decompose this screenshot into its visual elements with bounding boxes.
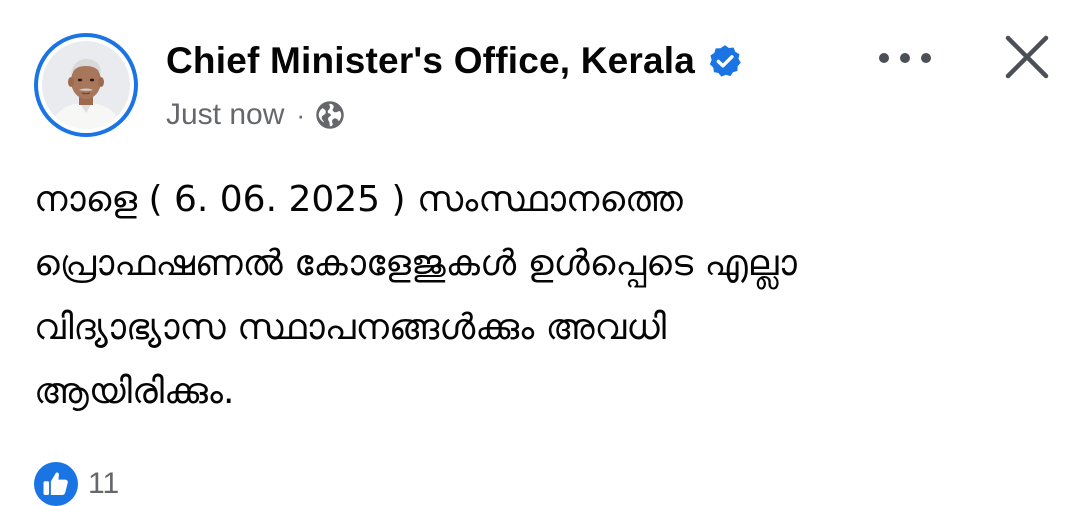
author-row: Chief Minister's Office, Kerala <box>166 34 743 88</box>
reaction-count: 11 <box>88 467 120 500</box>
author-name[interactable]: Chief Minister's Office, Kerala <box>166 40 695 82</box>
post-card: Chief Minister's Office, Kerala Just now… <box>0 0 1080 506</box>
more-options-button[interactable] <box>872 36 938 80</box>
globe-icon[interactable] <box>315 100 345 130</box>
post-meta: Just now · <box>166 95 345 135</box>
avatar-border <box>38 37 134 133</box>
profile-photo <box>42 41 130 129</box>
reactions-summary[interactable]: 11 <box>34 462 119 506</box>
more-options-icon <box>879 53 931 63</box>
timestamp[interactable]: Just now <box>166 98 284 132</box>
post-text-line: വിദ്യാഭ്യാസ സ്ഥാപനങ്ങൾക്കും അവധി <box>34 307 667 348</box>
separator-dot: · <box>296 99 306 130</box>
close-button[interactable] <box>998 28 1056 86</box>
post-message: നാളെ ( 6. 06. 2025 ) സംസ്ഥാനത്തെ പ്രൊഫഷണ… <box>34 168 1044 424</box>
post-text-line: ആയിരിക്കും. <box>34 371 235 412</box>
post-text-line: നാളെ ( 6. 06. 2025 ) സംസ്ഥാനത്തെ <box>34 179 683 220</box>
verified-badge-icon <box>709 45 741 77</box>
post-text-line: പ്രൊഫഷണൽ കോളേജുകൾ ഉൾപ്പെടെ എല്ലാ <box>34 243 797 284</box>
avatar[interactable] <box>34 33 138 137</box>
like-icon <box>34 462 78 506</box>
close-icon <box>1005 35 1049 79</box>
